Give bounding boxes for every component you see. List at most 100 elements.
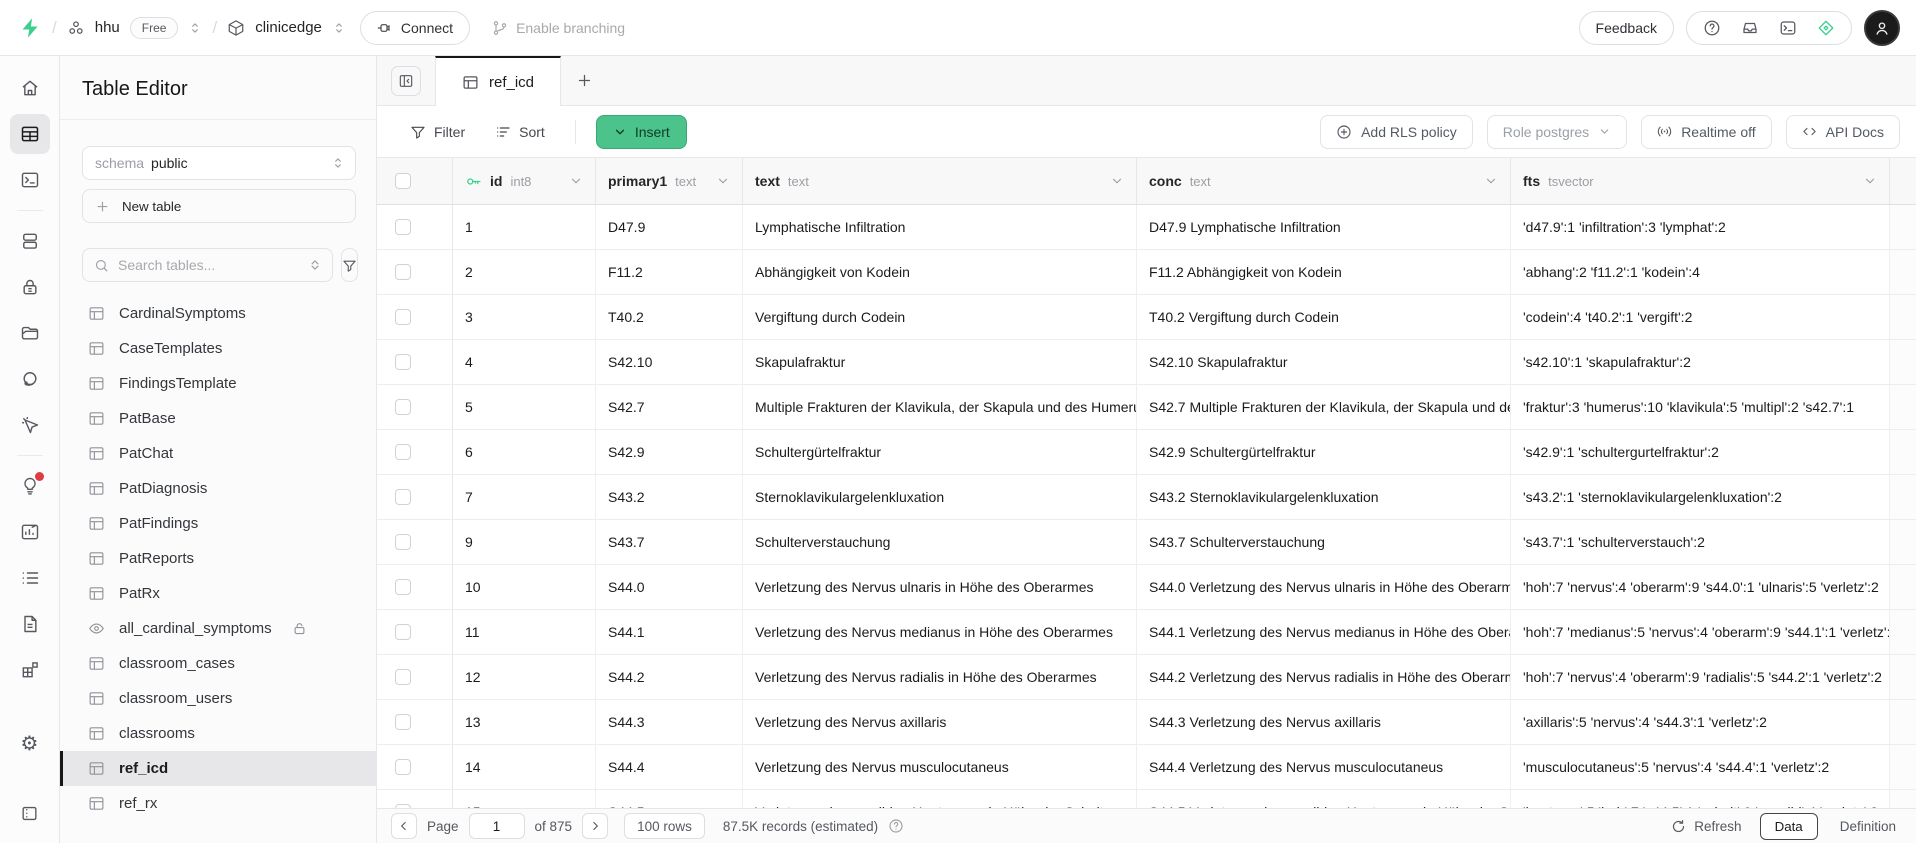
cell-id[interactable]: 4	[453, 340, 596, 384]
new-table-button[interactable]: New table	[82, 189, 356, 223]
nav-home[interactable]	[10, 68, 50, 108]
nav-database[interactable]	[10, 221, 50, 261]
sidebar-item-CaseTemplates[interactable]: CaseTemplates	[60, 331, 376, 366]
help-icon[interactable]	[1703, 19, 1721, 37]
row-checkbox[interactable]	[395, 669, 411, 685]
cell-conc[interactable]: S44.2 Verletzung des Nervus radialis in …	[1137, 655, 1511, 699]
cell-primary1[interactable]: S44.4	[596, 745, 743, 789]
cell-id[interactable]: 2	[453, 250, 596, 294]
row-checkbox[interactable]	[395, 264, 411, 280]
supabase-logo[interactable]	[20, 17, 42, 39]
cell-primary1[interactable]: S44.0	[596, 565, 743, 609]
sidebar-item-CardinalSymptoms[interactable]: CardinalSymptoms	[60, 296, 376, 331]
cell-fts[interactable]: 'musculocutaneus':5 'nervus':4 's44.4':1…	[1511, 745, 1890, 789]
cell-primary1[interactable]: S42.9	[596, 430, 743, 474]
cell-fts[interactable]: 'hoh':7 'nervus':4 'oberarm':9 'radialis…	[1511, 655, 1890, 699]
new-tab-button[interactable]	[561, 56, 607, 105]
enable-branching[interactable]: Enable branching	[492, 20, 625, 36]
cell-conc[interactable]: S44.5 Verletzung der sensiblen Hautnerve…	[1137, 790, 1511, 808]
row-checkbox[interactable]	[395, 624, 411, 640]
cell-fts[interactable]: 'hoh':7 'nervus':4 'oberarm':9 's44.0':1…	[1511, 565, 1890, 609]
row-checkbox[interactable]	[395, 444, 411, 460]
cell-text[interactable]: Abhängigkeit von Kodein	[743, 250, 1137, 294]
cell-text[interactable]: Skapulafraktur	[743, 340, 1137, 384]
org-switcher-chevrons[interactable]	[188, 21, 202, 35]
project-name[interactable]: clinicedge	[255, 19, 322, 36]
row-checkbox[interactable]	[395, 219, 411, 235]
cell-conc[interactable]: D47.9 Lymphatische Infiltration	[1137, 205, 1511, 249]
view-definition-tab[interactable]: Definition	[1836, 819, 1900, 834]
cell-id[interactable]: 11	[453, 610, 596, 654]
cell-id[interactable]: 6	[453, 430, 596, 474]
rows-per-page-button[interactable]: 100 rows	[624, 813, 705, 839]
nav-api-docs[interactable]	[10, 604, 50, 644]
chevron-down-icon[interactable]	[1484, 174, 1498, 188]
cell-id[interactable]: 7	[453, 475, 596, 519]
cell-conc[interactable]: S42.10 Skapulafraktur	[1137, 340, 1511, 384]
inbox-icon[interactable]	[1741, 19, 1759, 37]
cell-text[interactable]: Verletzung des Nervus medianus in Höhe d…	[743, 610, 1137, 654]
add-rls-policy-button[interactable]: Add RLS policy	[1320, 115, 1473, 149]
cell-fts[interactable]: 'fraktur':3 'humerus':10 'klavikula':5 '…	[1511, 385, 1890, 429]
cell-text[interactable]: Verletzung des Nervus ulnaris in Höhe de…	[743, 565, 1137, 609]
refresh-button[interactable]: Refresh	[1671, 819, 1741, 834]
cell-primary1[interactable]: S44.2	[596, 655, 743, 699]
table-filter-button[interactable]	[341, 248, 358, 282]
row-checkbox[interactable]	[395, 759, 411, 775]
column-header-conc[interactable]: conc text	[1137, 158, 1511, 204]
cell-conc[interactable]: S42.7 Multiple Frakturen der Klavikula, …	[1137, 385, 1511, 429]
cell-id[interactable]: 14	[453, 745, 596, 789]
project-switcher-chevrons[interactable]	[332, 21, 346, 35]
cell-primary1[interactable]: S43.7	[596, 520, 743, 564]
cell-primary1[interactable]: S44.1	[596, 610, 743, 654]
cell-conc[interactable]: F11.2 Abhängigkeit von Kodein	[1137, 250, 1511, 294]
cell-fts[interactable]: 'hoh':7 'medianus':5 'nervus':4 'oberarm…	[1511, 610, 1890, 654]
cell-primary1[interactable]: S43.2	[596, 475, 743, 519]
cell-conc[interactable]: S42.9 Schultergürtelfraktur	[1137, 430, 1511, 474]
sidebar-item-classroom_users[interactable]: classroom_users	[60, 681, 376, 716]
cell-primary1[interactable]: S42.10	[596, 340, 743, 384]
org-name[interactable]: hhu	[95, 19, 120, 36]
feedback-button[interactable]: Feedback	[1579, 11, 1674, 45]
cell-conc[interactable]: S43.2 Sternoklavikulargelenkluxation	[1137, 475, 1511, 519]
cell-id[interactable]: 1	[453, 205, 596, 249]
cell-text[interactable]: Schulterverstauchung	[743, 520, 1137, 564]
nav-sql-editor[interactable]	[10, 160, 50, 200]
chevron-down-icon[interactable]	[1110, 174, 1124, 188]
sidebar-item-ref_rx[interactable]: ref_rx	[60, 786, 376, 821]
row-checkbox[interactable]	[395, 399, 411, 415]
cell-fts[interactable]: 's42.10':1 'skapulafraktur':2	[1511, 340, 1890, 384]
column-header-id[interactable]: id int8	[453, 158, 596, 204]
cell-conc[interactable]: S43.7 Schulterverstauchung	[1137, 520, 1511, 564]
terminal-icon[interactable]	[1779, 19, 1797, 37]
schema-select[interactable]: schema public	[82, 146, 356, 180]
page-number-input[interactable]	[469, 813, 525, 839]
sidebar-item-PatReports[interactable]: PatReports	[60, 541, 376, 576]
nav-advisors-lightbulb[interactable]	[10, 466, 50, 506]
nav-realtime[interactable]	[10, 359, 50, 399]
sidebar-item-classrooms[interactable]: classrooms	[60, 716, 376, 751]
sort-button[interactable]: Sort	[485, 117, 555, 147]
row-checkbox[interactable]	[395, 534, 411, 550]
sidebar-item-classroom_cases[interactable]: classroom_cases	[60, 646, 376, 681]
chevrons-expand-icon[interactable]	[308, 258, 322, 272]
row-checkbox[interactable]	[395, 309, 411, 325]
cell-conc[interactable]: S44.4 Verletzung des Nervus musculocutan…	[1137, 745, 1511, 789]
nav-reports[interactable]	[10, 512, 50, 552]
select-all-checkbox[interactable]	[395, 173, 411, 189]
cell-text[interactable]: Verletzung des Nervus musculocutaneus	[743, 745, 1137, 789]
nav-storage[interactable]	[10, 313, 50, 353]
role-button[interactable]: Role postgres	[1487, 115, 1627, 149]
cell-primary1[interactable]: S42.7	[596, 385, 743, 429]
collapse-sidebar-button[interactable]	[391, 66, 421, 96]
nav-table-editor[interactable]	[10, 114, 50, 154]
cell-text[interactable]: Lymphatische Infiltration	[743, 205, 1137, 249]
row-checkbox[interactable]	[395, 489, 411, 505]
cell-fts[interactable]: 's42.9':1 'schultergurtelfraktur':2	[1511, 430, 1890, 474]
cell-fts[interactable]: 'axillaris':5 'nervus':4 's44.3':1 'verl…	[1511, 700, 1890, 744]
api-docs-button[interactable]: API Docs	[1786, 115, 1900, 149]
cell-primary1[interactable]: D47.9	[596, 205, 743, 249]
cell-primary1[interactable]: T40.2	[596, 295, 743, 339]
cell-id[interactable]: 5	[453, 385, 596, 429]
row-checkbox[interactable]	[395, 354, 411, 370]
